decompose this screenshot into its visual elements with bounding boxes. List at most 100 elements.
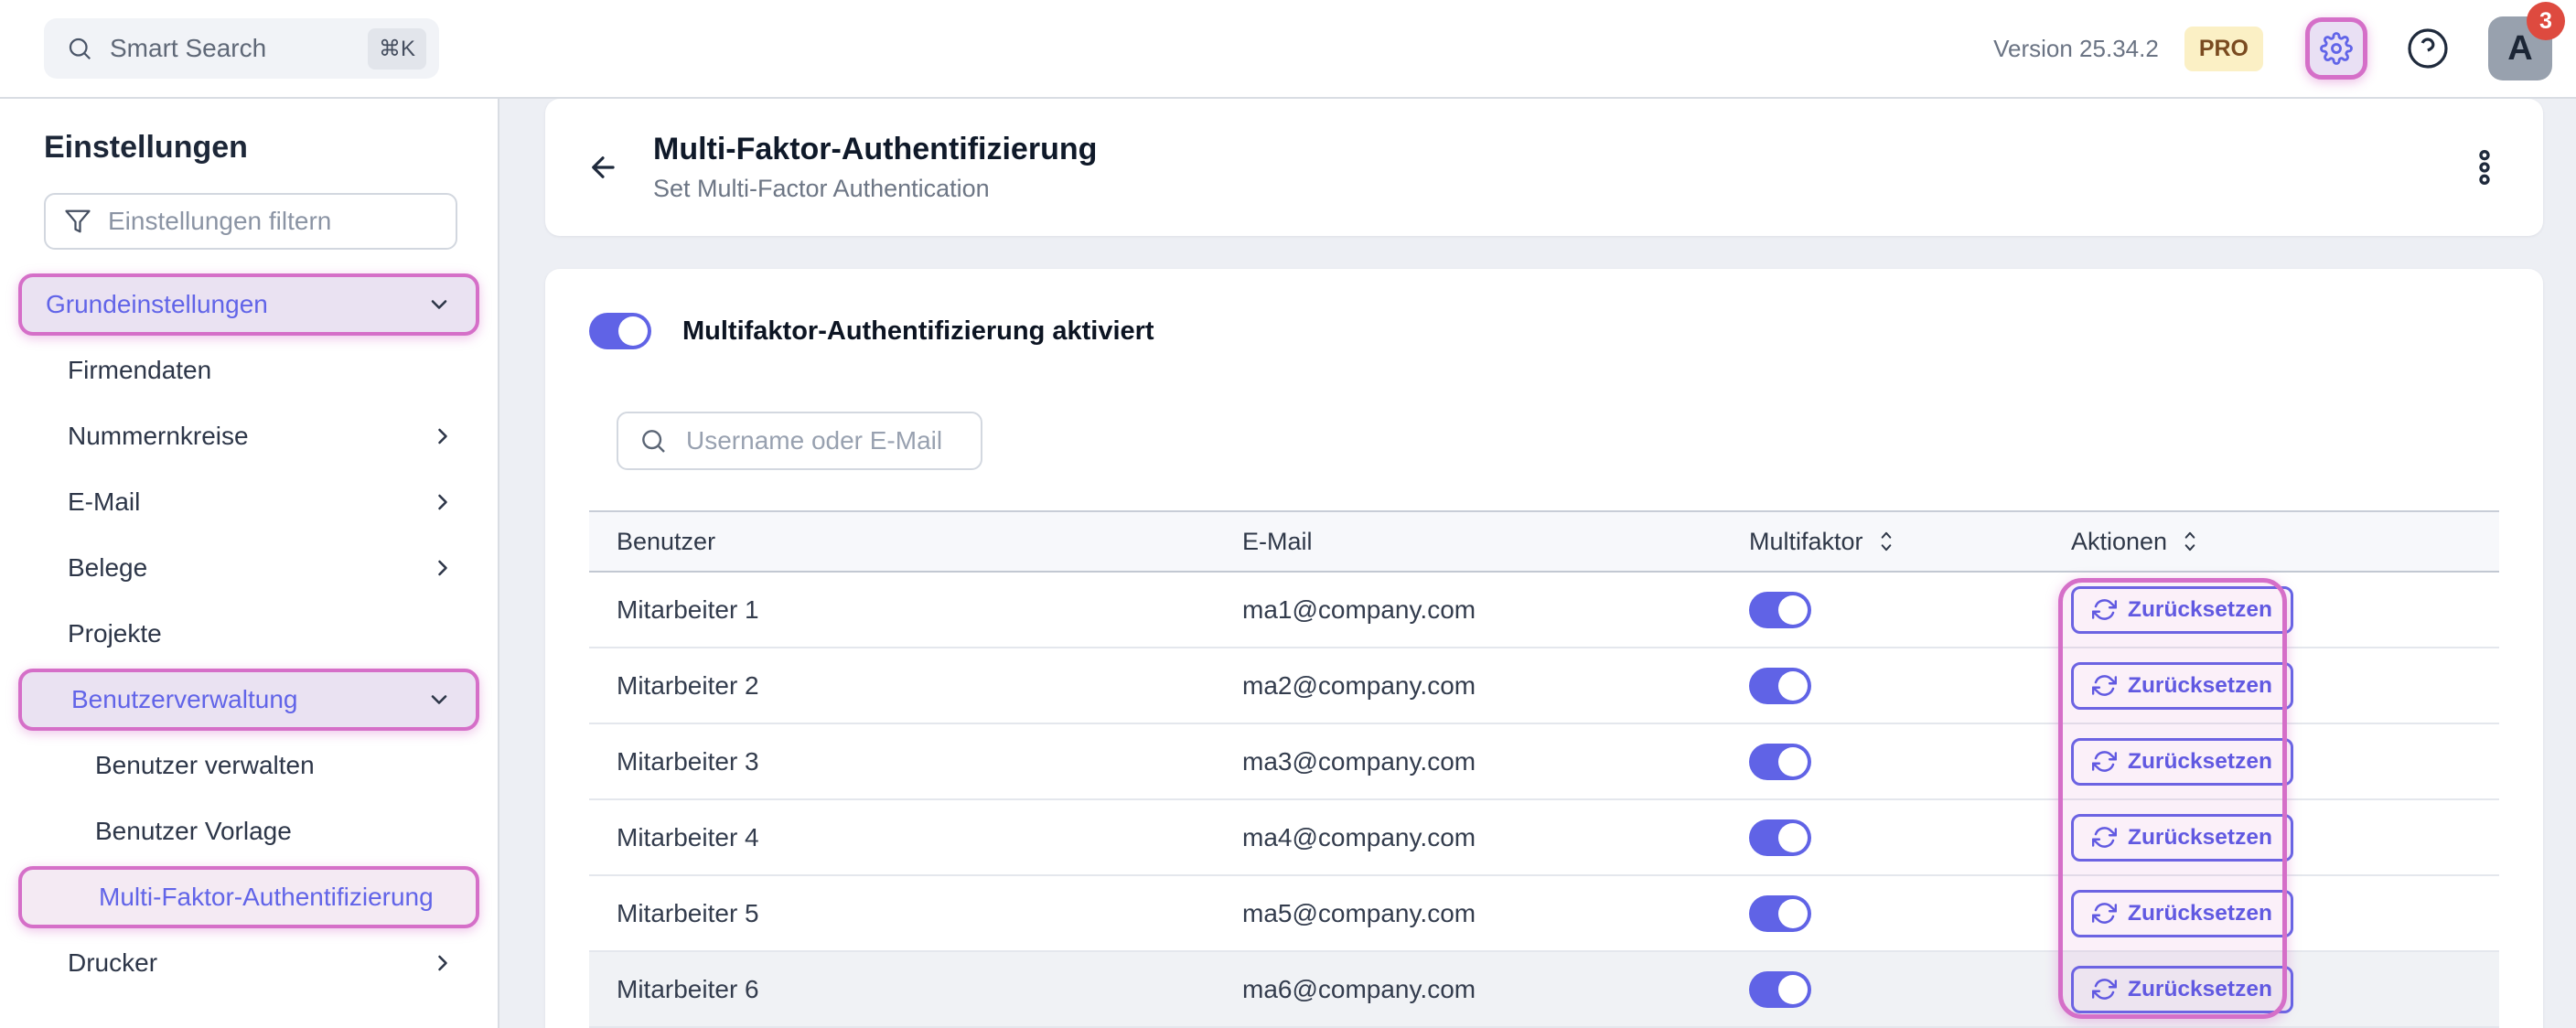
settings-filter-field[interactable] xyxy=(44,193,457,250)
reset-mfa-button-label: Zurücksetzen xyxy=(2128,749,2272,775)
multifactor-cell xyxy=(1749,800,2071,874)
sidebar-item-belege[interactable]: Belege xyxy=(18,537,479,599)
actions-cell: Zurücksetzen xyxy=(2071,952,2499,1026)
reset-mfa-button-label: Zurücksetzen xyxy=(2128,901,2272,926)
user-mfa-toggle[interactable] xyxy=(1749,971,1811,1008)
user-name-cell: Mitarbeiter 5 xyxy=(589,876,1242,950)
reset-mfa-button-label: Zurücksetzen xyxy=(2128,673,2272,699)
refresh-icon xyxy=(2092,901,2117,926)
table-row: Mitarbeiter 1 ma1@company.com Zurücksetz… xyxy=(589,573,2499,648)
sidebar-item-benutzer-verwalten[interactable]: Benutzer verwalten xyxy=(18,734,479,797)
sidebar-item-label: Belege xyxy=(68,553,147,583)
toggle-knob xyxy=(1778,747,1808,776)
multifactor-cell xyxy=(1749,573,2071,647)
column-header-e-mail: E-Mail xyxy=(1242,512,1749,571)
settings-sidebar: Einstellungen Grundeinstellungen Firmend… xyxy=(0,99,499,1028)
sidebar-nav: Grundeinstellungen Firmendaten Nummernkr… xyxy=(18,273,479,994)
sidebar-item-e-mail[interactable]: E-Mail xyxy=(18,471,479,533)
smart-search-box[interactable]: Smart Search ⌘K xyxy=(44,18,439,79)
toggle-knob xyxy=(1778,975,1808,1004)
reset-mfa-button[interactable]: Zurücksetzen xyxy=(2071,662,2293,710)
page-header-card: Multi-Faktor-Authentifizierung Set Multi… xyxy=(545,99,2543,236)
user-search-field[interactable] xyxy=(617,412,982,470)
actions-cell: Zurücksetzen xyxy=(2071,648,2499,723)
column-header-aktionen: Aktionen xyxy=(2071,512,2499,571)
settings-filter-input[interactable] xyxy=(108,207,419,236)
mfa-enabled-toggle[interactable] xyxy=(589,313,651,349)
column-header-label: Aktionen xyxy=(2071,528,2167,556)
table-body: Mitarbeiter 1 ma1@company.com Zurücksetz… xyxy=(589,573,2499,1028)
chevron-right-icon xyxy=(430,489,456,515)
table-row: Mitarbeiter 3 ma3@company.com Zurücksetz… xyxy=(589,724,2499,800)
actions-cell: Zurücksetzen xyxy=(2071,800,2499,874)
keyboard-shortcut-badge: ⌘K xyxy=(368,28,426,70)
reset-mfa-button-label: Zurücksetzen xyxy=(2128,977,2272,1002)
filter-funnel-icon xyxy=(64,208,91,235)
chevron-right-icon xyxy=(430,950,456,976)
sidebar-item-benutzer-vorlage[interactable]: Benutzer Vorlage xyxy=(18,800,479,862)
sidebar-item-benutzerverwaltung[interactable]: Benutzerverwaltung xyxy=(18,669,479,731)
sort-icon[interactable] xyxy=(2180,530,2200,553)
sidebar-item-projekte[interactable]: Projekte xyxy=(18,603,479,665)
user-mfa-toggle[interactable] xyxy=(1749,744,1811,780)
user-mfa-toggle[interactable] xyxy=(1749,895,1811,932)
sidebar-item-grundeinstellungen[interactable]: Grundeinstellungen xyxy=(18,273,479,336)
actions-cell: Zurücksetzen xyxy=(2071,876,2499,950)
chevron-right-icon xyxy=(430,423,456,449)
toggle-knob xyxy=(618,316,648,346)
mfa-settings-card: Multifaktor-Authentifizierung aktiviert … xyxy=(545,269,2543,1028)
user-name-cell: Mitarbeiter 2 xyxy=(589,648,1242,723)
sidebar-item-nummernkreise[interactable]: Nummernkreise xyxy=(18,405,479,467)
column-header-multifaktor: Multifaktor xyxy=(1749,512,2071,571)
user-email-cell: ma4@company.com xyxy=(1242,800,1749,874)
sidebar-item-multi-faktor-authentifizierung[interactable]: Multi-Faktor-Authentifizierung xyxy=(18,866,479,928)
sidebar-item-label: Nummernkreise xyxy=(68,422,249,451)
refresh-icon xyxy=(2092,597,2117,622)
sidebar-item-label: Firmendaten xyxy=(68,356,211,385)
sidebar-item-label: Benutzerverwaltung xyxy=(71,685,297,714)
reset-mfa-button-label: Zurücksetzen xyxy=(2128,597,2272,623)
toggle-knob xyxy=(1778,595,1808,625)
user-mfa-toggle[interactable] xyxy=(1749,592,1811,628)
mfa-enabled-row: Multifaktor-Authentifizierung aktiviert xyxy=(589,269,2499,349)
reset-mfa-button[interactable]: Zurücksetzen xyxy=(2071,966,2293,1013)
table-row: Mitarbeiter 4 ma4@company.com Zurücksetz… xyxy=(589,800,2499,876)
sidebar-item-label: Benutzer verwalten xyxy=(95,751,315,780)
reset-mfa-button[interactable]: Zurücksetzen xyxy=(2071,586,2293,634)
sidebar-item-label: Grundeinstellungen xyxy=(46,290,268,319)
reset-mfa-button[interactable]: Zurücksetzen xyxy=(2071,890,2293,937)
user-avatar-wrap: A 3 xyxy=(2488,16,2552,80)
toggle-knob xyxy=(1778,671,1808,701)
reset-mfa-button[interactable]: Zurücksetzen xyxy=(2071,814,2293,862)
actions-cell: Zurücksetzen xyxy=(2071,573,2499,647)
page-subtitle: Set Multi-Factor Authentication xyxy=(653,175,1097,203)
refresh-icon xyxy=(2092,977,2117,1001)
user-mfa-toggle[interactable] xyxy=(1749,668,1811,704)
column-header-label: E-Mail xyxy=(1242,528,1313,556)
sort-icon[interactable] xyxy=(1876,530,1896,553)
toggle-knob xyxy=(1778,899,1808,928)
user-name-cell: Mitarbeiter 3 xyxy=(589,724,1242,798)
user-mfa-toggle[interactable] xyxy=(1749,819,1811,856)
sidebar-title: Einstellungen xyxy=(44,130,479,166)
sidebar-item-drucker[interactable]: Drucker xyxy=(18,932,479,994)
toggle-knob xyxy=(1778,823,1808,852)
user-search-input[interactable] xyxy=(686,426,951,455)
table-row: Mitarbeiter 5 ma5@company.com Zurücksetz… xyxy=(589,876,2499,952)
more-options-button[interactable] xyxy=(2466,147,2503,187)
help-button[interactable] xyxy=(2404,25,2452,72)
sidebar-item-label: Benutzer Vorlage xyxy=(95,817,292,846)
reset-mfa-button[interactable]: Zurücksetzen xyxy=(2071,738,2293,786)
title-block: Multi-Faktor-Authentifizierung Set Multi… xyxy=(653,132,1097,203)
table-header-row: Benutzer E-Mail Multifaktor Aktionen xyxy=(589,510,2499,573)
settings-button[interactable] xyxy=(2305,17,2367,80)
version-label: Version 25.34.2 xyxy=(1993,35,2159,63)
refresh-icon xyxy=(2092,749,2117,774)
sidebar-item-label: Multi-Faktor-Authentifizierung xyxy=(99,883,434,912)
search-icon xyxy=(639,426,668,455)
reset-mfa-button-label: Zurücksetzen xyxy=(2128,825,2272,851)
table-row: Mitarbeiter 2 ma2@company.com Zurücksetz… xyxy=(589,648,2499,724)
topbar: Smart Search ⌘K Version 25.34.2 PRO xyxy=(0,0,2576,99)
sidebar-item-firmendaten[interactable]: Firmendaten xyxy=(18,339,479,402)
back-button[interactable] xyxy=(585,150,620,185)
